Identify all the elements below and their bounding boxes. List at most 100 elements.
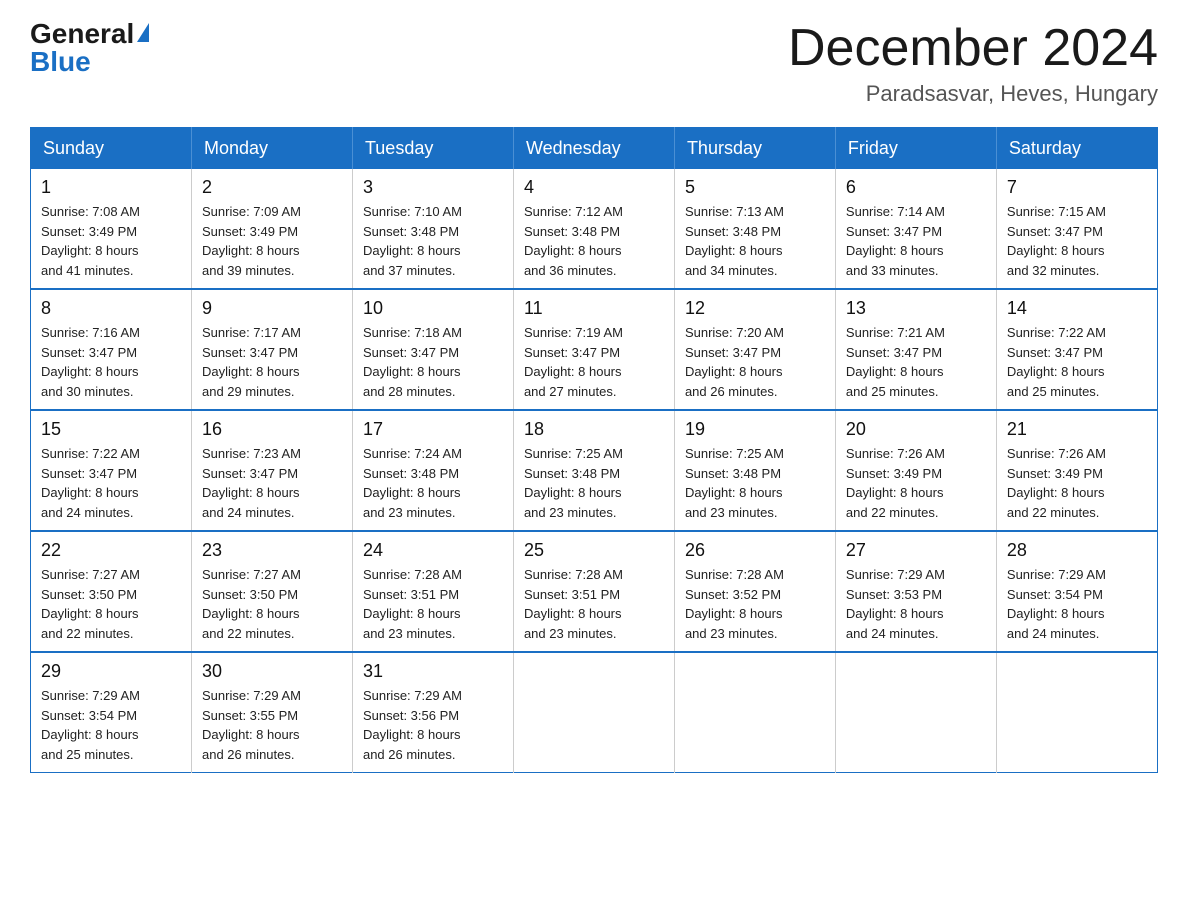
logo-triangle-icon xyxy=(137,23,149,42)
calendar-cell: 19 Sunrise: 7:25 AM Sunset: 3:48 PM Dayl… xyxy=(674,410,835,531)
day-number: 2 xyxy=(202,177,342,198)
day-number: 5 xyxy=(685,177,825,198)
week-row-3: 15 Sunrise: 7:22 AM Sunset: 3:47 PM Dayl… xyxy=(31,410,1158,531)
day-number: 13 xyxy=(846,298,986,319)
day-number: 8 xyxy=(41,298,181,319)
calendar-cell: 12 Sunrise: 7:20 AM Sunset: 3:47 PM Dayl… xyxy=(674,289,835,410)
logo-blue-text: Blue xyxy=(30,46,91,77)
header-thursday: Thursday xyxy=(674,128,835,170)
day-info: Sunrise: 7:18 AM Sunset: 3:47 PM Dayligh… xyxy=(363,323,503,401)
header-tuesday: Tuesday xyxy=(352,128,513,170)
day-info: Sunrise: 7:29 AM Sunset: 3:54 PM Dayligh… xyxy=(1007,565,1147,643)
month-title: December 2024 xyxy=(788,20,1158,77)
day-info: Sunrise: 7:14 AM Sunset: 3:47 PM Dayligh… xyxy=(846,202,986,280)
calendar-cell: 6 Sunrise: 7:14 AM Sunset: 3:47 PM Dayli… xyxy=(835,169,996,289)
day-number: 27 xyxy=(846,540,986,561)
calendar-cell: 23 Sunrise: 7:27 AM Sunset: 3:50 PM Dayl… xyxy=(191,531,352,652)
calendar-cell: 21 Sunrise: 7:26 AM Sunset: 3:49 PM Dayl… xyxy=(996,410,1157,531)
day-info: Sunrise: 7:12 AM Sunset: 3:48 PM Dayligh… xyxy=(524,202,664,280)
calendar-cell: 9 Sunrise: 7:17 AM Sunset: 3:47 PM Dayli… xyxy=(191,289,352,410)
day-number: 23 xyxy=(202,540,342,561)
day-info: Sunrise: 7:29 AM Sunset: 3:55 PM Dayligh… xyxy=(202,686,342,764)
day-number: 24 xyxy=(363,540,503,561)
calendar-cell: 30 Sunrise: 7:29 AM Sunset: 3:55 PM Dayl… xyxy=(191,652,352,773)
day-number: 31 xyxy=(363,661,503,682)
day-number: 21 xyxy=(1007,419,1147,440)
day-number: 6 xyxy=(846,177,986,198)
day-info: Sunrise: 7:29 AM Sunset: 3:54 PM Dayligh… xyxy=(41,686,181,764)
day-number: 11 xyxy=(524,298,664,319)
calendar-cell xyxy=(996,652,1157,773)
title-section: December 2024 Paradsasvar, Heves, Hungar… xyxy=(788,20,1158,107)
calendar-cell: 25 Sunrise: 7:28 AM Sunset: 3:51 PM Dayl… xyxy=(513,531,674,652)
day-number: 9 xyxy=(202,298,342,319)
day-info: Sunrise: 7:28 AM Sunset: 3:51 PM Dayligh… xyxy=(363,565,503,643)
day-number: 28 xyxy=(1007,540,1147,561)
day-number: 20 xyxy=(846,419,986,440)
header-friday: Friday xyxy=(835,128,996,170)
calendar-cell xyxy=(674,652,835,773)
day-info: Sunrise: 7:27 AM Sunset: 3:50 PM Dayligh… xyxy=(202,565,342,643)
header-wednesday: Wednesday xyxy=(513,128,674,170)
calendar-cell: 4 Sunrise: 7:12 AM Sunset: 3:48 PM Dayli… xyxy=(513,169,674,289)
calendar-cell: 18 Sunrise: 7:25 AM Sunset: 3:48 PM Dayl… xyxy=(513,410,674,531)
calendar-cell: 15 Sunrise: 7:22 AM Sunset: 3:47 PM Dayl… xyxy=(31,410,192,531)
calendar-cell: 13 Sunrise: 7:21 AM Sunset: 3:47 PM Dayl… xyxy=(835,289,996,410)
day-number: 3 xyxy=(363,177,503,198)
day-info: Sunrise: 7:19 AM Sunset: 3:47 PM Dayligh… xyxy=(524,323,664,401)
day-info: Sunrise: 7:10 AM Sunset: 3:48 PM Dayligh… xyxy=(363,202,503,280)
week-row-2: 8 Sunrise: 7:16 AM Sunset: 3:47 PM Dayli… xyxy=(31,289,1158,410)
day-info: Sunrise: 7:22 AM Sunset: 3:47 PM Dayligh… xyxy=(41,444,181,522)
calendar-cell: 16 Sunrise: 7:23 AM Sunset: 3:47 PM Dayl… xyxy=(191,410,352,531)
calendar-cell: 5 Sunrise: 7:13 AM Sunset: 3:48 PM Dayli… xyxy=(674,169,835,289)
calendar-cell: 26 Sunrise: 7:28 AM Sunset: 3:52 PM Dayl… xyxy=(674,531,835,652)
day-number: 10 xyxy=(363,298,503,319)
day-info: Sunrise: 7:13 AM Sunset: 3:48 PM Dayligh… xyxy=(685,202,825,280)
day-number: 14 xyxy=(1007,298,1147,319)
calendar-cell: 31 Sunrise: 7:29 AM Sunset: 3:56 PM Dayl… xyxy=(352,652,513,773)
page-header: General Blue December 2024 Paradsasvar, … xyxy=(30,20,1158,107)
day-info: Sunrise: 7:26 AM Sunset: 3:49 PM Dayligh… xyxy=(846,444,986,522)
calendar-cell: 10 Sunrise: 7:18 AM Sunset: 3:47 PM Dayl… xyxy=(352,289,513,410)
calendar-cell: 2 Sunrise: 7:09 AM Sunset: 3:49 PM Dayli… xyxy=(191,169,352,289)
day-number: 1 xyxy=(41,177,181,198)
calendar-cell: 8 Sunrise: 7:16 AM Sunset: 3:47 PM Dayli… xyxy=(31,289,192,410)
day-number: 4 xyxy=(524,177,664,198)
day-number: 16 xyxy=(202,419,342,440)
calendar-cell: 27 Sunrise: 7:29 AM Sunset: 3:53 PM Dayl… xyxy=(835,531,996,652)
calendar-cell: 17 Sunrise: 7:24 AM Sunset: 3:48 PM Dayl… xyxy=(352,410,513,531)
day-info: Sunrise: 7:09 AM Sunset: 3:49 PM Dayligh… xyxy=(202,202,342,280)
week-row-1: 1 Sunrise: 7:08 AM Sunset: 3:49 PM Dayli… xyxy=(31,169,1158,289)
day-info: Sunrise: 7:29 AM Sunset: 3:56 PM Dayligh… xyxy=(363,686,503,764)
calendar-cell: 20 Sunrise: 7:26 AM Sunset: 3:49 PM Dayl… xyxy=(835,410,996,531)
day-info: Sunrise: 7:15 AM Sunset: 3:47 PM Dayligh… xyxy=(1007,202,1147,280)
calendar-cell xyxy=(835,652,996,773)
week-row-5: 29 Sunrise: 7:29 AM Sunset: 3:54 PM Dayl… xyxy=(31,652,1158,773)
day-number: 19 xyxy=(685,419,825,440)
day-info: Sunrise: 7:26 AM Sunset: 3:49 PM Dayligh… xyxy=(1007,444,1147,522)
calendar-cell: 29 Sunrise: 7:29 AM Sunset: 3:54 PM Dayl… xyxy=(31,652,192,773)
header-monday: Monday xyxy=(191,128,352,170)
day-info: Sunrise: 7:20 AM Sunset: 3:47 PM Dayligh… xyxy=(685,323,825,401)
calendar-cell: 24 Sunrise: 7:28 AM Sunset: 3:51 PM Dayl… xyxy=(352,531,513,652)
day-info: Sunrise: 7:25 AM Sunset: 3:48 PM Dayligh… xyxy=(524,444,664,522)
calendar-cell: 28 Sunrise: 7:29 AM Sunset: 3:54 PM Dayl… xyxy=(996,531,1157,652)
calendar-cell: 11 Sunrise: 7:19 AM Sunset: 3:47 PM Dayl… xyxy=(513,289,674,410)
header-sunday: Sunday xyxy=(31,128,192,170)
location-title: Paradsasvar, Heves, Hungary xyxy=(788,81,1158,107)
calendar-cell: 1 Sunrise: 7:08 AM Sunset: 3:49 PM Dayli… xyxy=(31,169,192,289)
day-info: Sunrise: 7:08 AM Sunset: 3:49 PM Dayligh… xyxy=(41,202,181,280)
day-info: Sunrise: 7:28 AM Sunset: 3:51 PM Dayligh… xyxy=(524,565,664,643)
day-info: Sunrise: 7:25 AM Sunset: 3:48 PM Dayligh… xyxy=(685,444,825,522)
day-info: Sunrise: 7:21 AM Sunset: 3:47 PM Dayligh… xyxy=(846,323,986,401)
logo: General Blue xyxy=(30,20,149,76)
day-number: 18 xyxy=(524,419,664,440)
day-info: Sunrise: 7:23 AM Sunset: 3:47 PM Dayligh… xyxy=(202,444,342,522)
header-saturday: Saturday xyxy=(996,128,1157,170)
calendar-cell: 7 Sunrise: 7:15 AM Sunset: 3:47 PM Dayli… xyxy=(996,169,1157,289)
calendar-cell: 22 Sunrise: 7:27 AM Sunset: 3:50 PM Dayl… xyxy=(31,531,192,652)
day-number: 17 xyxy=(363,419,503,440)
weekday-header-row: Sunday Monday Tuesday Wednesday Thursday… xyxy=(31,128,1158,170)
day-number: 30 xyxy=(202,661,342,682)
calendar-table: Sunday Monday Tuesday Wednesday Thursday… xyxy=(30,127,1158,773)
